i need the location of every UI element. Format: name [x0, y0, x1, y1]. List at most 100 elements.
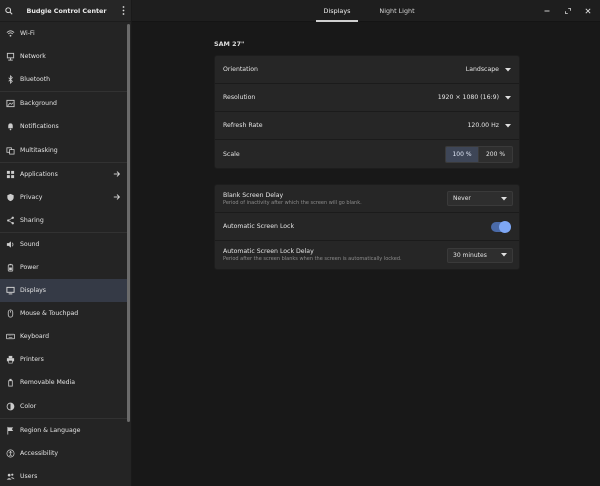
scale-label: Scale	[223, 150, 240, 158]
dropdown-arrow-icon	[501, 196, 507, 200]
lock-delay-text: Automatic Screen Lock Delay Period after…	[223, 248, 447, 262]
sidebar-item-printers[interactable]: Printers	[0, 348, 128, 371]
multitasking-icon	[6, 146, 15, 155]
scale-200-button[interactable]: 200 %	[479, 145, 513, 163]
sidebar-item-sound[interactable]: Sound	[0, 233, 128, 256]
sidebar-item-label: Notifications	[20, 123, 59, 131]
sidebar-item-label: Power	[20, 263, 39, 271]
bell-icon	[6, 122, 15, 131]
sidebar-item-wifi[interactable]: Wi-Fi	[0, 22, 128, 45]
refresh-rate-label: Refresh Rate	[223, 122, 263, 129]
sidebar-item-displays[interactable]: Displays	[0, 279, 128, 303]
blank-delay-label: Blank Screen Delay	[223, 191, 284, 199]
sidebar-item-label: Privacy	[20, 193, 43, 201]
sidebar-item-keyboard[interactable]: Keyboard	[0, 325, 128, 348]
users-icon	[6, 472, 15, 481]
sidebar-item-background[interactable]: Background	[0, 92, 128, 115]
header-bar: Displays Night Light	[132, 0, 600, 22]
minimize-icon	[544, 10, 550, 12]
sidebar-item-label: Background	[20, 100, 57, 108]
sidebar-item-network[interactable]: Network	[0, 45, 128, 68]
flag-icon	[6, 426, 15, 435]
sidebar-item-notifications[interactable]: Notifications	[0, 115, 128, 138]
sidebar-item-label: Network	[20, 53, 46, 61]
screen-settings-card: Blank Screen Delay Period of inactivity …	[214, 184, 520, 270]
privacy-icon	[6, 193, 15, 202]
toggle-knob	[499, 220, 511, 233]
menu-button[interactable]	[115, 0, 131, 22]
sidebar-item-label: Bluetooth	[20, 76, 51, 84]
search-button[interactable]	[0, 0, 18, 22]
sidebar-item-removable-media[interactable]: Removable Media	[0, 371, 128, 394]
minimize-button[interactable]	[540, 0, 554, 22]
app-title: Budgie Control Center	[26, 6, 107, 15]
sidebar-item-applications[interactable]: Applications	[0, 163, 128, 186]
close-button[interactable]	[581, 0, 595, 22]
resolution-value: 1920 × 1080 (16:9)	[437, 94, 499, 101]
sidebar-item-label: Region & Language	[20, 426, 81, 434]
sidebar-list: Wi-Fi Network Bluetooth Background Notif…	[0, 22, 128, 486]
arrow-right-icon	[113, 170, 121, 180]
sidebar-scrollbar[interactable]	[127, 24, 130, 422]
sidebar-item-label: Multitasking	[20, 146, 58, 154]
scale-selector: 100 % 200 %	[445, 145, 513, 163]
orientation-row[interactable]: Orientation Landscape	[215, 56, 519, 84]
auto-lock-toggle[interactable]	[491, 220, 511, 233]
tab-label: Displays	[323, 7, 351, 15]
refresh-rate-value: 120.00 Hz	[467, 122, 499, 129]
power-icon	[6, 263, 15, 272]
sidebar-item-privacy[interactable]: Privacy	[0, 186, 128, 209]
dropdown-arrow-icon	[501, 253, 507, 257]
tab-night-light[interactable]: Night Light	[372, 0, 422, 22]
sidebar-item-users[interactable]: Users	[0, 465, 128, 486]
sidebar-item-label: Mouse & Touchpad	[20, 310, 79, 318]
share-icon	[6, 216, 15, 225]
orientation-value: Landscape	[465, 66, 499, 73]
accessibility-icon	[6, 449, 15, 458]
blank-delay-dropdown[interactable]: Never	[447, 191, 513, 206]
sidebar-item-multitasking[interactable]: Multitasking	[0, 138, 128, 161]
sidebar-item-label: Sound	[20, 240, 40, 248]
blank-delay-value: Never	[453, 195, 471, 202]
lock-delay-row: Automatic Screen Lock Delay Period after…	[215, 241, 519, 269]
sidebar-item-power[interactable]: Power	[0, 256, 128, 279]
sidebar-item-label: Sharing	[20, 216, 44, 224]
color-icon	[6, 402, 15, 411]
refresh-rate-dropdown[interactable]: 120.00 Hz	[467, 122, 511, 129]
display-settings-card: Orientation Landscape Resolution 1920 × …	[214, 55, 520, 169]
auto-lock-row: Automatic Screen Lock	[215, 213, 519, 241]
sidebar-item-label: Applications	[20, 170, 58, 178]
sidebar-item-label: Users	[20, 472, 38, 480]
maximize-button[interactable]	[561, 0, 575, 22]
background-icon	[6, 99, 15, 108]
blank-delay-text: Blank Screen Delay Period of inactivity …	[223, 192, 447, 206]
resolution-row[interactable]: Resolution 1920 × 1080 (16:9)	[215, 84, 519, 112]
sidebar-item-accessibility[interactable]: Accessibility	[0, 442, 128, 465]
sidebar-item-mouse[interactable]: Mouse & Touchpad	[0, 302, 128, 325]
lock-delay-description: Period after the screen blanks when the …	[223, 256, 402, 262]
wifi-icon	[6, 29, 15, 38]
sidebar-item-bluetooth[interactable]: Bluetooth	[0, 68, 128, 91]
resolution-dropdown[interactable]: 1920 × 1080 (16:9)	[438, 94, 511, 101]
control-center-window: Budgie Control Center Wi-Fi Network Blue…	[0, 0, 600, 486]
maximize-icon	[565, 8, 571, 14]
lock-delay-dropdown[interactable]: 30 minutes	[447, 247, 513, 263]
orientation-dropdown[interactable]: Landscape	[466, 66, 511, 73]
dropdown-arrow-icon	[505, 95, 511, 99]
sidebar-item-region-language[interactable]: Region & Language	[0, 419, 128, 442]
applications-icon	[6, 170, 15, 179]
sidebar: Budgie Control Center Wi-Fi Network Blue…	[0, 0, 132, 486]
scale-100-button[interactable]: 100 %	[445, 145, 479, 163]
sidebar-item-label: Printers	[20, 356, 44, 364]
sidebar-item-label: Removable Media	[20, 379, 76, 387]
tab-displays[interactable]: Displays	[316, 0, 358, 22]
sidebar-item-sharing[interactable]: Sharing	[0, 209, 128, 232]
printer-icon	[6, 355, 15, 364]
dropdown-arrow-icon	[505, 67, 511, 71]
refresh-rate-row[interactable]: Refresh Rate 120.00 Hz	[215, 112, 519, 140]
orientation-label: Orientation	[223, 66, 258, 73]
blank-delay-description: Period of inactivity after which the scr…	[223, 199, 362, 206]
sidebar-item-color[interactable]: Color	[0, 395, 128, 418]
removable-media-icon	[6, 378, 15, 387]
sidebar-item-label: Keyboard	[20, 333, 50, 341]
